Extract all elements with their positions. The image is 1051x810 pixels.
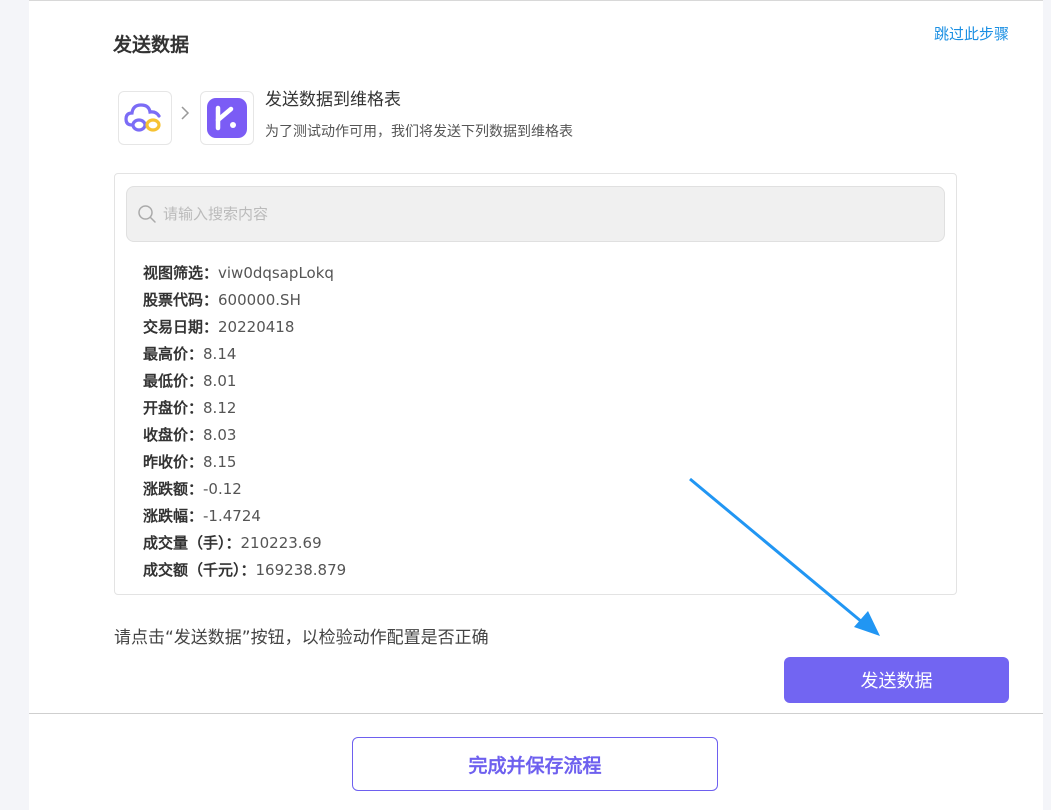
field-label: 昨收价： xyxy=(143,453,204,471)
field-value: 8.15 xyxy=(203,453,237,471)
field-label: 开盘价： xyxy=(143,399,204,417)
footer-divider xyxy=(29,713,1043,714)
field-label: 涨跌幅： xyxy=(143,507,204,525)
vika-logo xyxy=(207,98,247,138)
field-row: 最高价：8.14 xyxy=(143,341,346,368)
field-row: 涨跌额：-0.12 xyxy=(143,476,346,503)
field-value: 8.01 xyxy=(203,372,237,390)
chevron-right-icon xyxy=(180,105,190,126)
field-label: 交易日期： xyxy=(143,318,219,336)
data-preview-panel: 视图筛选：viw0dqsapLokq股票代码：600000.SH交易日期：202… xyxy=(114,173,957,595)
field-value: 8.12 xyxy=(203,399,237,417)
field-label: 成交额（千元）： xyxy=(143,561,256,579)
field-value: 210223.69 xyxy=(240,534,322,552)
send-data-button[interactable]: 发送数据 xyxy=(784,657,1009,703)
source-app-logo xyxy=(118,91,172,145)
field-row: 视图筛选：viw0dqsapLokq xyxy=(143,260,346,287)
field-label: 收盘价： xyxy=(143,426,204,444)
field-row: 成交量（手）：210223.69 xyxy=(143,530,346,557)
field-label: 最高价： xyxy=(143,345,204,363)
main-card: 发送数据 跳过此步骤 发送数据到维格表 为了测试动作可用，我们将发送下列数据到维… xyxy=(29,0,1043,810)
field-row: 股票代码：600000.SH xyxy=(143,287,346,314)
field-row: 最低价：8.01 xyxy=(143,368,346,395)
field-value: viw0dqsapLokq xyxy=(218,264,334,282)
field-row: 收盘价：8.03 xyxy=(143,422,346,449)
field-label: 涨跌额： xyxy=(143,480,204,498)
field-label: 视图筛选： xyxy=(143,264,219,282)
field-value: 600000.SH xyxy=(218,291,301,309)
field-row: 开盘价：8.12 xyxy=(143,395,346,422)
field-value: -1.4724 xyxy=(203,507,261,525)
search-icon xyxy=(137,204,157,224)
field-value: 169238.879 xyxy=(255,561,347,579)
field-value: 8.03 xyxy=(203,426,237,444)
field-row: 成交额（千元）：169238.879 xyxy=(143,557,346,584)
cloud-infinity-logo xyxy=(124,103,161,132)
search-box[interactable] xyxy=(126,186,945,242)
field-row: 涨跌幅：-1.4724 xyxy=(143,503,346,530)
field-list: 视图筛选：viw0dqsapLokq 股票代码：600000.SH 交易日期：202… xyxy=(143,260,346,584)
target-title: 发送数据到维格表 xyxy=(265,90,401,110)
field-label: 股票代码： xyxy=(143,291,219,309)
field-value: 8.14 xyxy=(203,345,237,363)
finish-save-button[interactable]: 完成并保存流程 xyxy=(352,737,718,791)
field-value: 20220418 xyxy=(218,318,295,336)
hint-text: 请点击“发送数据”按钮，以检验动作配置是否正确 xyxy=(114,628,489,648)
field-label: 最低价： xyxy=(143,372,204,390)
page-title: 发送数据 xyxy=(113,34,190,56)
field-row: 昨收价：8.15 xyxy=(143,449,346,476)
target-description: 为了测试动作可用，我们将发送下列数据到维格表 xyxy=(265,124,573,140)
target-app-logo xyxy=(200,91,254,145)
search-input[interactable] xyxy=(163,205,944,223)
field-value: -0.12 xyxy=(203,480,242,498)
field-label: 成交量（手）： xyxy=(143,534,241,552)
field-row: 交易日期：20220418 xyxy=(143,314,346,341)
skip-step-link[interactable]: 跳过此步骤 xyxy=(934,23,1009,44)
